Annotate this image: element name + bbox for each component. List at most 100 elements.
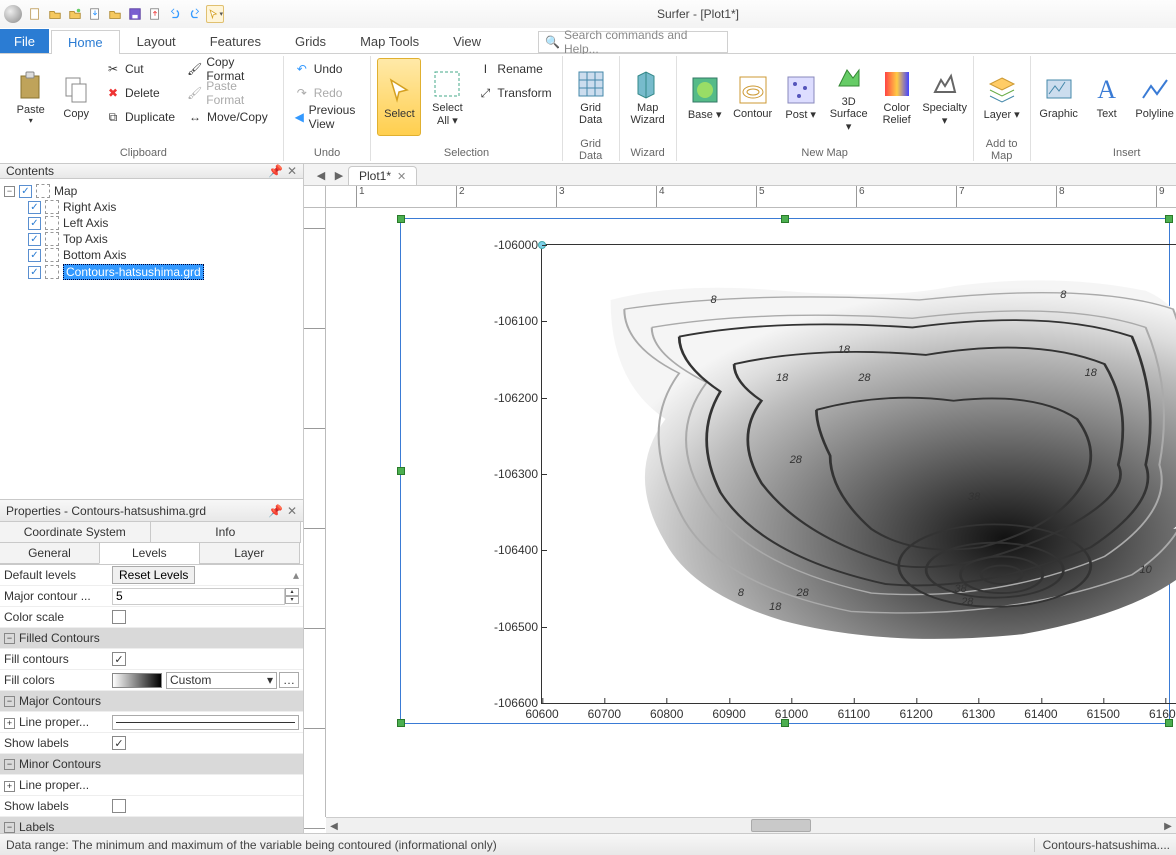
- checkbox[interactable]: ✓: [19, 185, 32, 198]
- checkbox[interactable]: ✓: [28, 233, 41, 246]
- delete-button[interactable]: ✖Delete: [101, 82, 179, 104]
- map-wizard-button[interactable]: Map Wizard: [626, 58, 670, 136]
- ptab-info[interactable]: Info: [150, 521, 302, 543]
- layer-button[interactable]: Layer ▾: [980, 58, 1024, 136]
- base-button[interactable]: Base ▾: [683, 58, 727, 136]
- qat-export-icon[interactable]: [146, 5, 164, 23]
- checkbox[interactable]: ✓: [28, 249, 41, 262]
- cut-button[interactable]: ✂Cut: [101, 58, 179, 80]
- scroll-thumb[interactable]: [751, 819, 811, 832]
- grid-data-button[interactable]: Grid Data: [569, 58, 613, 136]
- ptab-general[interactable]: General: [0, 542, 100, 564]
- line-style-preview[interactable]: [112, 715, 299, 730]
- qat-import-icon[interactable]: [86, 5, 104, 23]
- fill-colors-dropdown[interactable]: Custom▾: [166, 672, 277, 689]
- show-labels-minor-checkbox[interactable]: [112, 799, 126, 813]
- ptab-levels[interactable]: Levels: [99, 542, 200, 564]
- major-interval-input[interactable]: [112, 588, 285, 605]
- section-filled-contours[interactable]: −Filled Contours: [0, 628, 303, 649]
- section-labels[interactable]: −Labels: [0, 817, 303, 833]
- copy-format-button[interactable]: 🖌Copy Format: [183, 58, 277, 80]
- tree-item-top-axis[interactable]: ✓Top Axis: [4, 231, 299, 247]
- resize-handle[interactable]: [397, 215, 405, 223]
- resize-handle[interactable]: [781, 215, 789, 223]
- scrollbar-up[interactable]: ▴: [289, 568, 303, 582]
- qat-open-icon[interactable]: [46, 5, 64, 23]
- tree-item-right-axis[interactable]: ✓Right Axis: [4, 199, 299, 215]
- qat-select-icon[interactable]: ▾: [206, 5, 224, 23]
- redo-button[interactable]: ↷Redo: [290, 82, 365, 104]
- checkbox[interactable]: ✓: [28, 217, 41, 230]
- copy-button[interactable]: Copy: [55, 58, 96, 136]
- duplicate-button[interactable]: ⧉Duplicate: [101, 106, 179, 128]
- collapse-icon[interactable]: −: [4, 186, 15, 197]
- surface-button[interactable]: 3D Surface ▾: [827, 58, 871, 136]
- tab-view[interactable]: View: [436, 29, 498, 53]
- color-scale-checkbox[interactable]: [112, 610, 126, 624]
- doc-nav-right[interactable]: ▶: [330, 165, 348, 185]
- file-tab[interactable]: File: [0, 29, 49, 53]
- color-relief-button[interactable]: Color Relief: [875, 58, 919, 136]
- qat-new-icon[interactable]: [26, 5, 44, 23]
- checkbox[interactable]: ✓: [28, 266, 41, 279]
- qat-open2-icon[interactable]: [66, 5, 84, 23]
- qat-undo-icon[interactable]: [166, 5, 184, 23]
- tree-item-left-axis[interactable]: ✓Left Axis: [4, 215, 299, 231]
- show-labels-major-checkbox[interactable]: ✓: [112, 736, 126, 750]
- select-button[interactable]: Select: [377, 58, 421, 136]
- resize-handle[interactable]: [397, 719, 405, 727]
- contour-button[interactable]: Contour: [731, 58, 775, 136]
- tree-root[interactable]: − ✓ Map: [4, 183, 299, 199]
- ptab-layer[interactable]: Layer: [199, 542, 300, 564]
- checkbox[interactable]: ✓: [28, 201, 41, 214]
- pin-icon[interactable]: 📌: [268, 504, 283, 518]
- search-input[interactable]: 🔍 Search commands and Help...: [538, 31, 728, 53]
- undo-button[interactable]: ↶Undo: [290, 58, 365, 80]
- transform-button[interactable]: ⤢Transform: [473, 82, 555, 104]
- tab-grids[interactable]: Grids: [278, 29, 343, 53]
- post-button[interactable]: Post ▾: [779, 58, 823, 136]
- selection-box[interactable]: 88181828182838818282838810 1060001061001…: [400, 218, 1170, 724]
- close-icon[interactable]: ✕: [287, 164, 297, 178]
- ptab-coordinate-system[interactable]: Coordinate System: [0, 521, 151, 543]
- doc-nav-left[interactable]: ◀: [312, 165, 330, 185]
- reset-levels-button[interactable]: Reset Levels: [112, 566, 195, 584]
- move-copy-button[interactable]: ↔Move/Copy: [183, 106, 277, 128]
- document-tab[interactable]: Plot1* ✕: [348, 166, 417, 185]
- close-tab-icon[interactable]: ✕: [397, 170, 406, 183]
- resize-handle[interactable]: [397, 467, 405, 475]
- qat-redo-icon[interactable]: [186, 5, 204, 23]
- tab-features[interactable]: Features: [193, 29, 278, 53]
- section-minor-contours[interactable]: −Minor Contours: [0, 754, 303, 775]
- close-icon[interactable]: ✕: [287, 504, 297, 518]
- section-major-contours[interactable]: −Major Contours: [0, 691, 303, 712]
- paste-button[interactable]: Paste▾: [10, 58, 51, 136]
- tree-item-bottom-axis[interactable]: ✓Bottom Axis: [4, 247, 299, 263]
- fill-color-swatch[interactable]: [112, 673, 162, 688]
- qat-save-icon[interactable]: [126, 5, 144, 23]
- collapse-icon[interactable]: −: [4, 633, 15, 644]
- scrollbar-horizontal[interactable]: ◀ ▶: [326, 817, 1176, 833]
- paste-format-button[interactable]: 🖌Paste Format: [183, 82, 277, 104]
- fill-contours-checkbox[interactable]: ✓: [112, 652, 126, 666]
- polyline-button[interactable]: Polyline: [1133, 58, 1176, 136]
- fill-colors-more[interactable]: …: [279, 672, 299, 688]
- pin-icon[interactable]: 📌: [268, 164, 283, 178]
- spinner[interactable]: ▴▾: [285, 588, 299, 604]
- scroll-left-icon[interactable]: ◀: [326, 818, 342, 833]
- tree-item-contours[interactable]: ✓Contours-hatsushima.grd: [4, 263, 299, 281]
- plot-canvas[interactable]: 88181828182838818282838810 1060001061001…: [326, 208, 1176, 817]
- specialty-button[interactable]: Specialty ▾: [923, 58, 967, 136]
- collapse-icon[interactable]: −: [4, 696, 15, 707]
- rename-button[interactable]: IRename: [473, 58, 555, 80]
- tab-layout[interactable]: Layout: [120, 29, 193, 53]
- text-button[interactable]: AText: [1085, 58, 1129, 136]
- graphic-button[interactable]: Graphic: [1037, 58, 1081, 136]
- tab-home[interactable]: Home: [51, 30, 120, 54]
- prev-view-button[interactable]: ◀Previous View: [290, 106, 365, 128]
- tab-map-tools[interactable]: Map Tools: [343, 29, 436, 53]
- qat-folder-icon[interactable]: [106, 5, 124, 23]
- collapse-icon[interactable]: −: [4, 822, 15, 833]
- select-all-button[interactable]: Select All ▾: [425, 58, 469, 136]
- collapse-icon[interactable]: −: [4, 759, 15, 770]
